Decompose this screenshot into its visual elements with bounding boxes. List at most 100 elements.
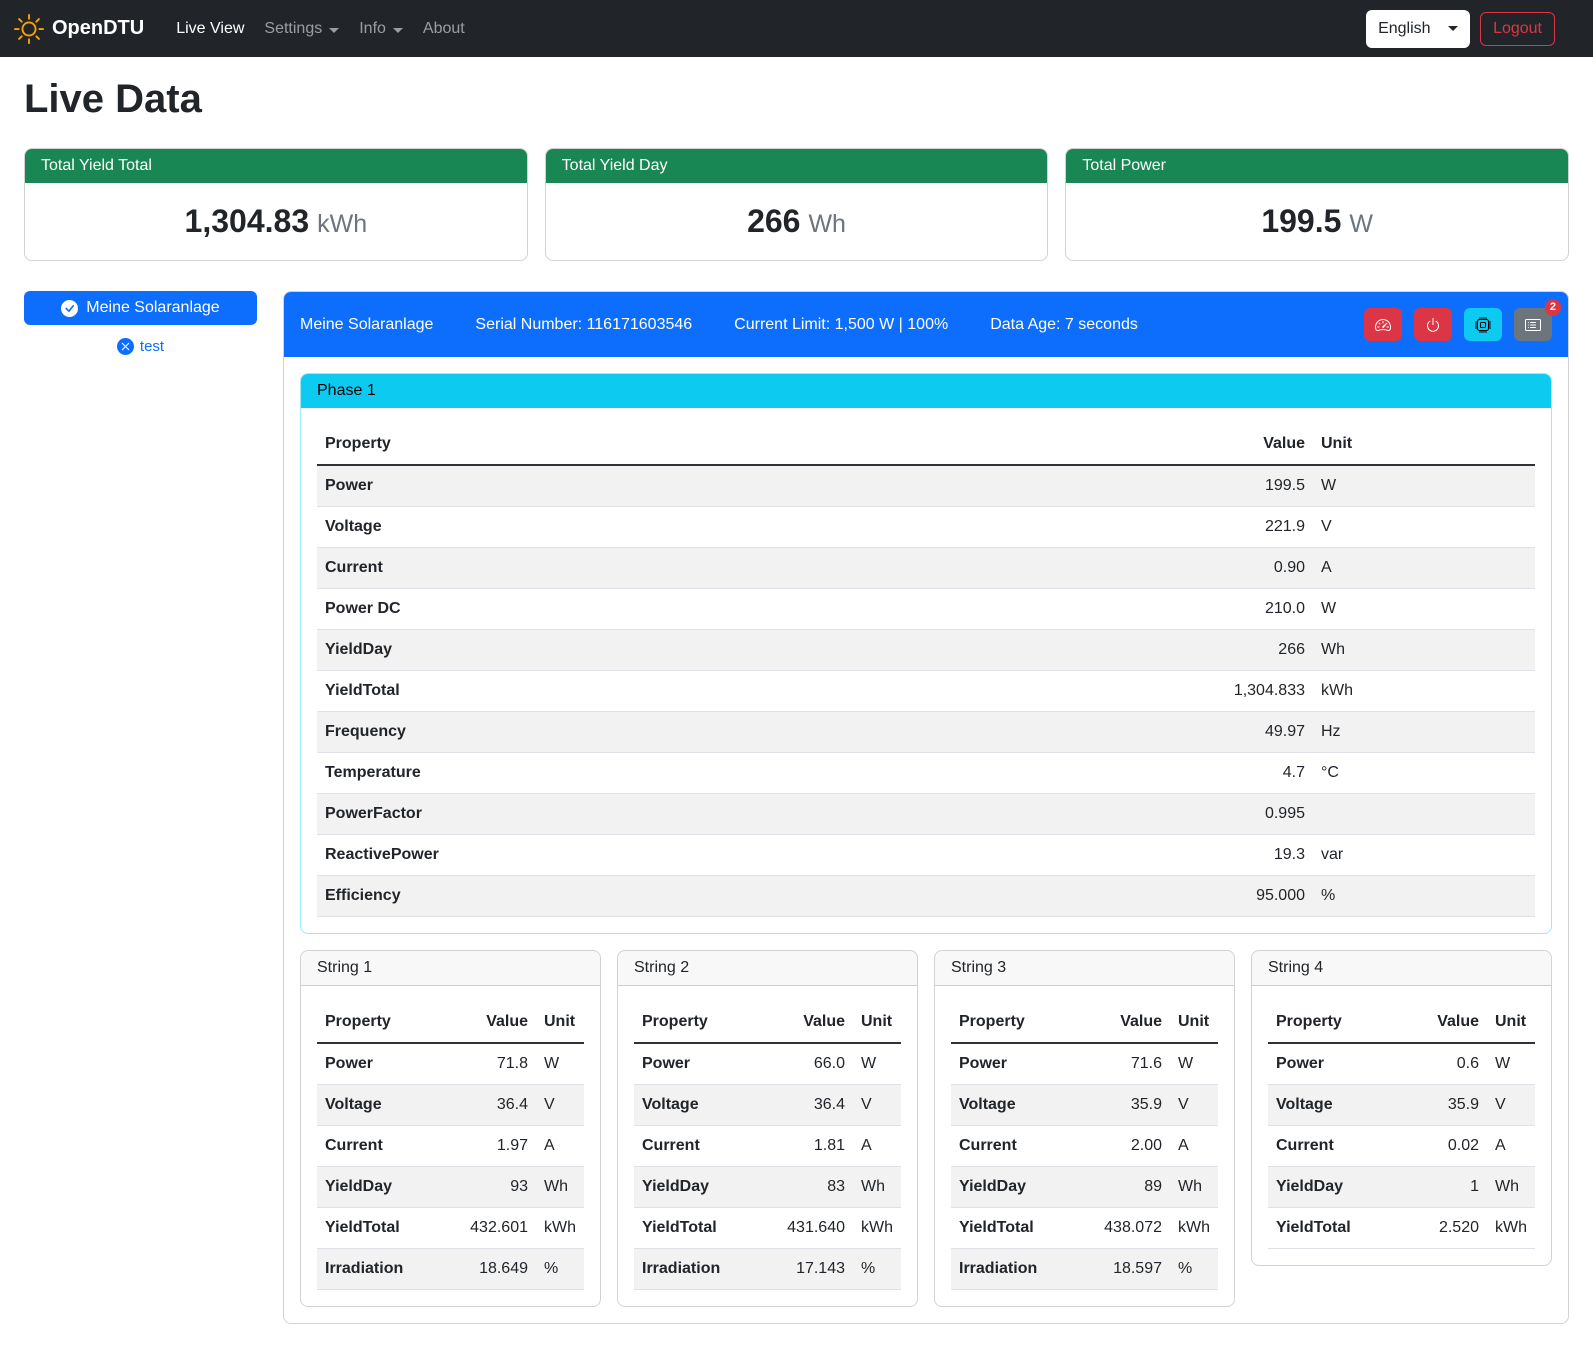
row-property: Power bbox=[1268, 1043, 1402, 1085]
row-value: 35.9 bbox=[1074, 1085, 1170, 1126]
row-property: YieldTotal bbox=[317, 671, 913, 712]
row-property: Current bbox=[1268, 1126, 1402, 1167]
language-select[interactable]: English bbox=[1366, 10, 1470, 48]
table-row: Voltage36.4V bbox=[634, 1085, 901, 1126]
inverter-name: Meine Solaranlage bbox=[300, 316, 433, 334]
journal-icon bbox=[1525, 317, 1541, 333]
row-property: Power bbox=[317, 1043, 440, 1085]
nav-info[interactable]: Info bbox=[349, 12, 413, 46]
string-card: String 1 Property Value Unit Power71.8WV… bbox=[300, 950, 601, 1307]
string-table: Property Value Unit Power71.8WVoltage36.… bbox=[317, 1002, 584, 1290]
summary-card-total-power: Total Power 199.5W bbox=[1065, 148, 1569, 261]
row-unit: Wh bbox=[1487, 1167, 1535, 1208]
power-button[interactable] bbox=[1414, 308, 1452, 341]
device-info-button[interactable] bbox=[1464, 308, 1502, 341]
speedometer-icon bbox=[1375, 317, 1391, 333]
table-row: Voltage35.9V bbox=[951, 1085, 1218, 1126]
row-value: 221.9 bbox=[913, 507, 1313, 548]
row-unit: % bbox=[1313, 876, 1535, 917]
row-unit: V bbox=[1487, 1085, 1535, 1126]
column-property: Property bbox=[317, 1002, 440, 1043]
row-unit: A bbox=[536, 1126, 584, 1167]
row-unit: V bbox=[1313, 507, 1535, 548]
row-property: Power bbox=[634, 1043, 757, 1085]
top-navbar: OpenDTU Live View Settings Info About En… bbox=[0, 0, 1593, 57]
string-card: String 3 Property Value Unit Power71.6WV… bbox=[934, 950, 1235, 1307]
summary-card-title: Total Power bbox=[1066, 149, 1568, 183]
row-property: Irradiation bbox=[951, 1249, 1074, 1290]
row-property: YieldTotal bbox=[317, 1208, 440, 1249]
summary-card-value: 199.5 bbox=[1261, 203, 1341, 239]
nav-settings[interactable]: Settings bbox=[254, 12, 349, 46]
column-property: Property bbox=[634, 1002, 757, 1043]
row-value: 0.995 bbox=[913, 794, 1313, 835]
table-header-row: Property Value Unit bbox=[951, 1002, 1218, 1043]
row-value: 1,304.833 bbox=[913, 671, 1313, 712]
row-value: 0.6 bbox=[1402, 1043, 1487, 1085]
row-value: 2.00 bbox=[1074, 1126, 1170, 1167]
row-property: Voltage bbox=[1268, 1085, 1402, 1126]
row-value: 210.0 bbox=[913, 589, 1313, 630]
row-value: 18.597 bbox=[1074, 1249, 1170, 1290]
row-unit: % bbox=[1170, 1249, 1218, 1290]
column-value: Value bbox=[1074, 1002, 1170, 1043]
inverter-item-test[interactable]: test bbox=[24, 338, 257, 355]
nav-links: Live View Settings Info About bbox=[166, 12, 475, 46]
page-title: Live Data bbox=[24, 77, 1569, 122]
string-card-title: String 1 bbox=[301, 951, 600, 986]
row-value: 431.640 bbox=[757, 1208, 853, 1249]
logout-button[interactable]: Logout bbox=[1480, 12, 1555, 46]
row-value: 71.6 bbox=[1074, 1043, 1170, 1085]
brand-label: OpenDTU bbox=[52, 17, 144, 40]
row-unit: Wh bbox=[1170, 1167, 1218, 1208]
summary-card-title: Total Yield Total bbox=[25, 149, 527, 183]
string-table: Property Value Unit Power66.0WVoltage36.… bbox=[634, 1002, 901, 1290]
row-property: Current bbox=[317, 548, 913, 589]
column-unit: Unit bbox=[1487, 1002, 1535, 1043]
inverter-select-button[interactable]: Meine Solaranlage bbox=[24, 291, 257, 325]
row-property: Frequency bbox=[317, 712, 913, 753]
row-unit: A bbox=[853, 1126, 901, 1167]
row-unit: V bbox=[1170, 1085, 1218, 1126]
row-value: 199.5 bbox=[913, 465, 1313, 507]
column-unit: Unit bbox=[536, 1002, 584, 1043]
column-value: Value bbox=[1402, 1002, 1487, 1043]
nav-live-view[interactable]: Live View bbox=[166, 12, 254, 46]
row-property: Power bbox=[317, 465, 913, 507]
table-row: YieldTotal2.520kWh bbox=[1268, 1208, 1535, 1249]
limit-settings-button[interactable] bbox=[1364, 308, 1402, 341]
row-value: 266 bbox=[913, 630, 1313, 671]
table-row: Temperature4.7°C bbox=[317, 753, 1535, 794]
navbar-right: English Logout bbox=[1366, 10, 1579, 48]
table-row: YieldTotal432.601kWh bbox=[317, 1208, 584, 1249]
table-row: Power0.6W bbox=[1268, 1043, 1535, 1085]
row-unit: kWh bbox=[1170, 1208, 1218, 1249]
row-property: Efficiency bbox=[317, 876, 913, 917]
row-value: 36.4 bbox=[757, 1085, 853, 1126]
string-card-title: String 4 bbox=[1252, 951, 1551, 986]
row-value: 0.02 bbox=[1402, 1126, 1487, 1167]
row-property: Temperature bbox=[317, 753, 913, 794]
column-property: Property bbox=[1268, 1002, 1402, 1043]
row-value: 1.81 bbox=[757, 1126, 853, 1167]
summary-card-value: 1,304.83 bbox=[185, 203, 310, 239]
summary-card-unit: Wh bbox=[808, 210, 846, 238]
brand[interactable]: OpenDTU bbox=[14, 14, 144, 44]
table-row: Voltage36.4V bbox=[317, 1085, 584, 1126]
row-value: 1.97 bbox=[440, 1126, 536, 1167]
row-value: 432.601 bbox=[440, 1208, 536, 1249]
column-unit: Unit bbox=[1170, 1002, 1218, 1043]
table-row: YieldDay89Wh bbox=[951, 1167, 1218, 1208]
table-row: Voltage35.9V bbox=[1268, 1085, 1535, 1126]
row-unit: Wh bbox=[1313, 630, 1535, 671]
nav-about[interactable]: About bbox=[413, 12, 475, 46]
summary-cards-row: Total Yield Total 1,304.83kWh Total Yiel… bbox=[24, 148, 1569, 261]
inverter-sidebar: Meine Solaranlage test bbox=[24, 291, 257, 355]
table-row: Current0.02A bbox=[1268, 1126, 1535, 1167]
row-unit: kWh bbox=[853, 1208, 901, 1249]
row-unit: W bbox=[536, 1043, 584, 1085]
event-log-button[interactable]: 2 bbox=[1514, 308, 1552, 341]
row-unit bbox=[1313, 794, 1535, 835]
x-circle-icon bbox=[117, 338, 134, 355]
row-value: 95.000 bbox=[913, 876, 1313, 917]
